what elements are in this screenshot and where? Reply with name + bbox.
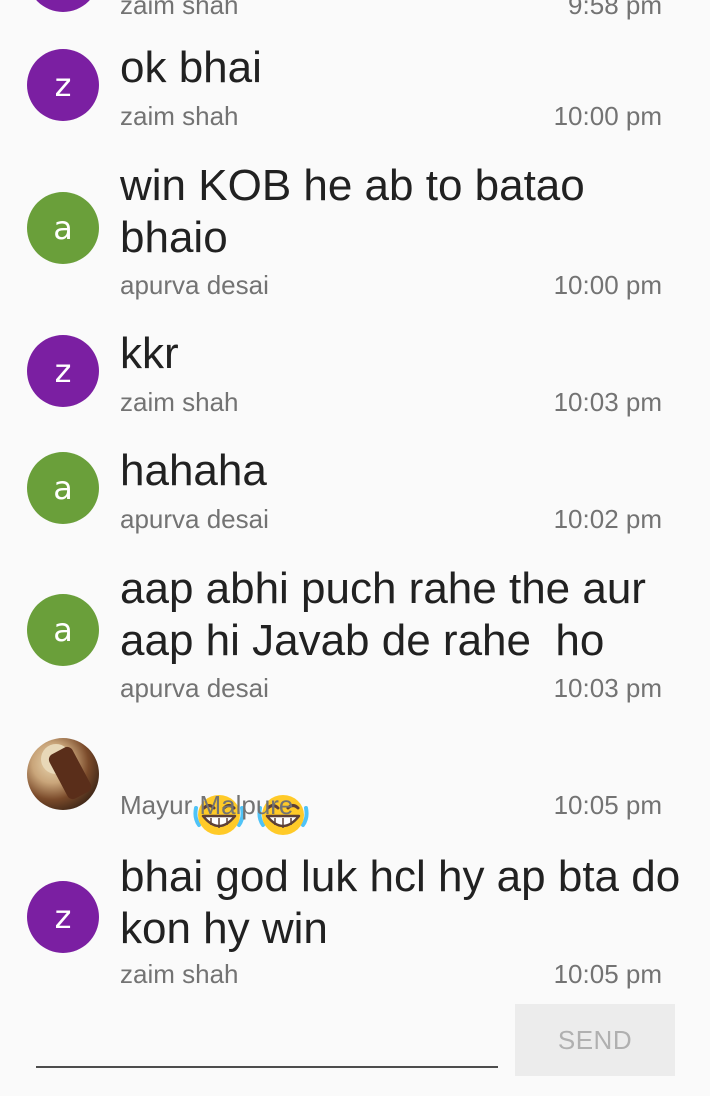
message-list[interactable]: z zaim shah 9:58 pm z ok bhai zaim shah …	[0, 0, 710, 1000]
message-text: ok bhai	[120, 43, 262, 92]
message-time: 10:00 pm	[553, 101, 662, 131]
message-text: bhai god luk hcl hy ap bta do kon hy win	[120, 852, 693, 953]
message-time: 10:03 pm	[553, 387, 662, 417]
message-item: z zaim shah 9:58 pm	[0, 0, 710, 20]
message-time: 10:03 pm	[553, 673, 662, 703]
avatar[interactable]: a	[27, 594, 99, 666]
message-composer: SEND	[0, 1000, 710, 1096]
avatar[interactable]: z	[27, 49, 99, 121]
profile-photo-avatar[interactable]	[27, 738, 99, 810]
message-text: win KOB he ab to batao bhaio	[120, 161, 597, 262]
avatar[interactable]: z	[27, 0, 99, 12]
send-button[interactable]: SEND	[515, 1004, 675, 1076]
avatar[interactable]: z	[27, 335, 99, 407]
message-text: hahaha	[120, 446, 267, 495]
message-time: 10:02 pm	[553, 504, 662, 534]
message-time: 10:05 pm	[553, 790, 662, 820]
message-text: kkr	[120, 329, 179, 378]
message-time: 9:58 pm	[568, 0, 662, 20]
sender-name: apurva desai	[120, 270, 269, 300]
sender-name: zaim shah	[120, 0, 239, 20]
sender-name: apurva desai	[120, 673, 269, 703]
message-input[interactable]	[36, 1018, 498, 1068]
sender-name: apurva desai	[120, 504, 269, 534]
sender-name: zaim shah	[120, 101, 239, 131]
message-text: aap abhi puch rahe the aur aap hi Javab …	[120, 564, 659, 665]
avatar[interactable]: a	[27, 192, 99, 264]
sender-name: Mayur Malpure	[120, 790, 294, 820]
message-time: 10:00 pm	[553, 270, 662, 300]
message-time: 10:05 pm	[553, 959, 662, 989]
sender-name: zaim shah	[120, 959, 239, 989]
avatar[interactable]: a	[27, 452, 99, 524]
avatar[interactable]: z	[27, 881, 99, 953]
sender-name: zaim shah	[120, 387, 239, 417]
